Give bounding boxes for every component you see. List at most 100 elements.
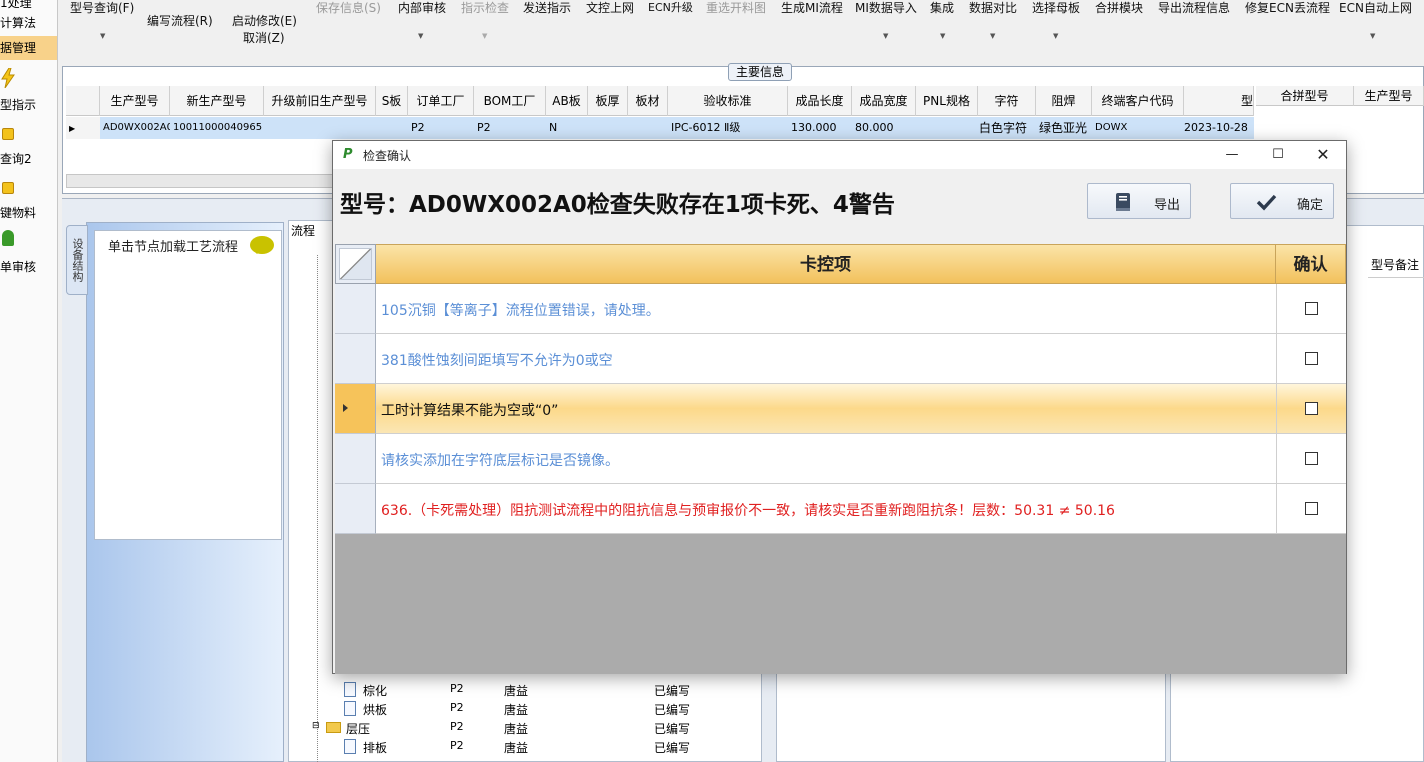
row-header[interactable] [335,484,376,534]
tab-equipment-structure[interactable]: 设备结构 [66,225,88,295]
column-header[interactable]: 验收标准 [668,86,788,116]
toolbar-button[interactable]: 合拼模块 [1095,0,1143,16]
column-header[interactable]: 型 [1184,86,1254,116]
close-button[interactable]: ✕ [1300,141,1346,169]
column-header[interactable]: 终端客户代码 [1092,86,1184,116]
dropdown-arrow-icon[interactable]: ▼ [482,32,487,40]
nav-item[interactable]: 1处理 [0,0,57,12]
table-cell[interactable]: DOWX [1092,117,1184,139]
table-cell[interactable]: 白色字符 [976,117,1036,139]
table-cell[interactable]: 80.000 [852,117,916,139]
column-header[interactable]: S板 [376,86,408,116]
column-header[interactable]: 升级前旧生产型号 [264,86,376,116]
toolbar-button[interactable]: 编写流程(R) [147,12,213,29]
grid-corner[interactable] [66,86,100,116]
row-header[interactable] [335,284,376,334]
table-cell[interactable]: 10011000040965 [170,117,264,139]
confirm-checkbox[interactable] [1305,302,1318,315]
row-header[interactable]: ▶ [66,117,100,139]
nav-item[interactable]: 查询2 [0,150,57,168]
tree-node[interactable]: 排板 P2 唐益 已编写 [330,737,730,756]
check-item-row[interactable]: 381酸性蚀刻间距填写不允许为0或空 [335,334,1346,384]
column-header[interactable]: 订单工厂 [408,86,474,116]
row-header[interactable] [335,434,376,484]
dialog-titlebar[interactable]: P 检查确认 — ☐ ✕ [333,141,1346,169]
check-item-row[interactable]: 105沉铜【等离子】流程位置错误，请处理。 [335,284,1346,334]
nav-item[interactable]: 计算法 [0,14,57,34]
column-header[interactable]: 生产型号 [1354,86,1424,106]
toolbar-button[interactable]: 修复ECN丢流程 [1245,0,1330,16]
check-item-row[interactable]: 636.（卡死需处理）阻抗测试流程中的阻抗信息与预审报价不一致，请核实是否重新跑… [335,484,1346,534]
dropdown-arrow-icon[interactable]: ▼ [940,32,945,40]
column-header[interactable]: 成品宽度 [852,86,916,116]
table-cell[interactable]: P2 [408,117,474,139]
toolbar-button[interactable]: 内部审核 [398,0,446,16]
column-header[interactable]: 生产型号 [100,86,170,116]
confirm-checkbox[interactable] [1305,402,1318,415]
table-cell[interactable]: AD0WX002A0 [100,117,170,139]
tree-node[interactable]: ⊟ 层压 P2 唐益 已编写 [312,718,712,737]
toolbar-button[interactable]: MI数据导入 [855,0,917,16]
toolbar-button[interactable]: ECN自动上网 [1339,0,1412,16]
column-header[interactable]: PNL规格 [916,86,978,116]
toolbar-button[interactable]: 保存信息(S) [316,0,381,16]
confirm-checkbox[interactable] [1305,452,1318,465]
nav-item-active[interactable]: 据管理 [0,36,57,60]
toolbar-button[interactable]: 文控上网 [586,0,634,16]
table-row[interactable]: ▶ AD0WX002A0 10011000040965 P2 P2 N IPC-… [66,117,1254,139]
table-cell[interactable]: 2023-10-28 [1181,117,1254,139]
dropdown-arrow-icon[interactable]: ▼ [1370,32,1375,40]
column-header[interactable]: AB板 [546,86,588,116]
row-header[interactable] [335,384,376,434]
toolbar-button[interactable]: 启动修改(E) [232,12,297,29]
nav-item[interactable]: 单审核 [0,258,57,276]
dropdown-arrow-icon[interactable]: ▼ [100,32,105,40]
column-header[interactable]: BOM工厂 [474,86,546,116]
nav-item[interactable]: 键物料 [0,204,57,222]
column-header[interactable]: 合拼型号 [1256,86,1354,106]
table-cell[interactable]: 130.000 [788,117,852,139]
column-header[interactable]: 成品长度 [788,86,852,116]
maximize-button[interactable]: ☐ [1255,141,1301,169]
column-header[interactable]: 新生产型号 [170,86,264,116]
dropdown-arrow-icon[interactable]: ▼ [1053,32,1058,40]
table-cell[interactable]: 绿色亚光 [1036,117,1092,139]
column-header[interactable]: 板厚 [588,86,628,116]
collapse-icon[interactable]: ⊟ [312,721,320,731]
dropdown-arrow-icon[interactable]: ▼ [990,32,995,40]
dropdown-arrow-icon[interactable]: ▼ [418,32,423,40]
toolbar-button[interactable]: 指示检查 [461,0,509,16]
check-item-row[interactable]: 工时计算结果不能为空或“0” [335,384,1346,434]
tree-node[interactable]: 棕化 P2 唐益 已编写 [330,680,730,699]
column-header[interactable]: 型号备注 [1368,252,1424,278]
column-header-item[interactable]: 卡控项 [376,244,1276,284]
table-cell[interactable]: N [546,117,588,139]
toolbar-button[interactable]: 选择母板 [1032,0,1080,16]
tree-node[interactable]: 烘板 P2 唐益 已编写 [330,699,730,718]
toolbar-button[interactable]: 型号查询(F) [70,0,134,16]
check-item-row[interactable]: 请核实添加在字符底层标记是否镜像。 [335,434,1346,484]
confirm-button[interactable]: 确定 [1230,183,1334,219]
confirm-checkbox[interactable] [1305,502,1318,515]
toolbar-button[interactable]: 取消(Z) [243,29,285,46]
column-header-confirm[interactable]: 确认 [1276,244,1346,284]
horizontal-scrollbar[interactable] [66,174,336,188]
confirm-checkbox[interactable] [1305,352,1318,365]
column-header[interactable]: 字符 [978,86,1036,116]
table-cell[interactable]: IPC-6012 Ⅱ级 [668,117,788,139]
toolbar-button[interactable]: 发送指示 [523,0,571,16]
toolbar-button[interactable]: 集成 [930,0,954,16]
toolbar-button[interactable]: 数据对比 [969,0,1017,16]
toolbar-button[interactable]: 重选开料图 [706,0,766,16]
dropdown-arrow-icon[interactable]: ▼ [883,32,888,40]
select-all-corner[interactable] [335,244,376,284]
nav-item[interactable]: 型指示 [0,96,57,114]
row-header[interactable] [335,334,376,384]
column-header[interactable]: 阻焊 [1036,86,1092,116]
toolbar-button[interactable]: 导出流程信息 [1158,0,1230,16]
table-cell[interactable]: P2 [474,117,546,139]
toolbar-button[interactable]: ECN升级 [648,0,693,15]
export-button[interactable]: 导出 [1087,183,1191,219]
minimize-button[interactable]: — [1209,141,1255,169]
toolbar-button[interactable]: 生成MI流程 [781,0,843,16]
